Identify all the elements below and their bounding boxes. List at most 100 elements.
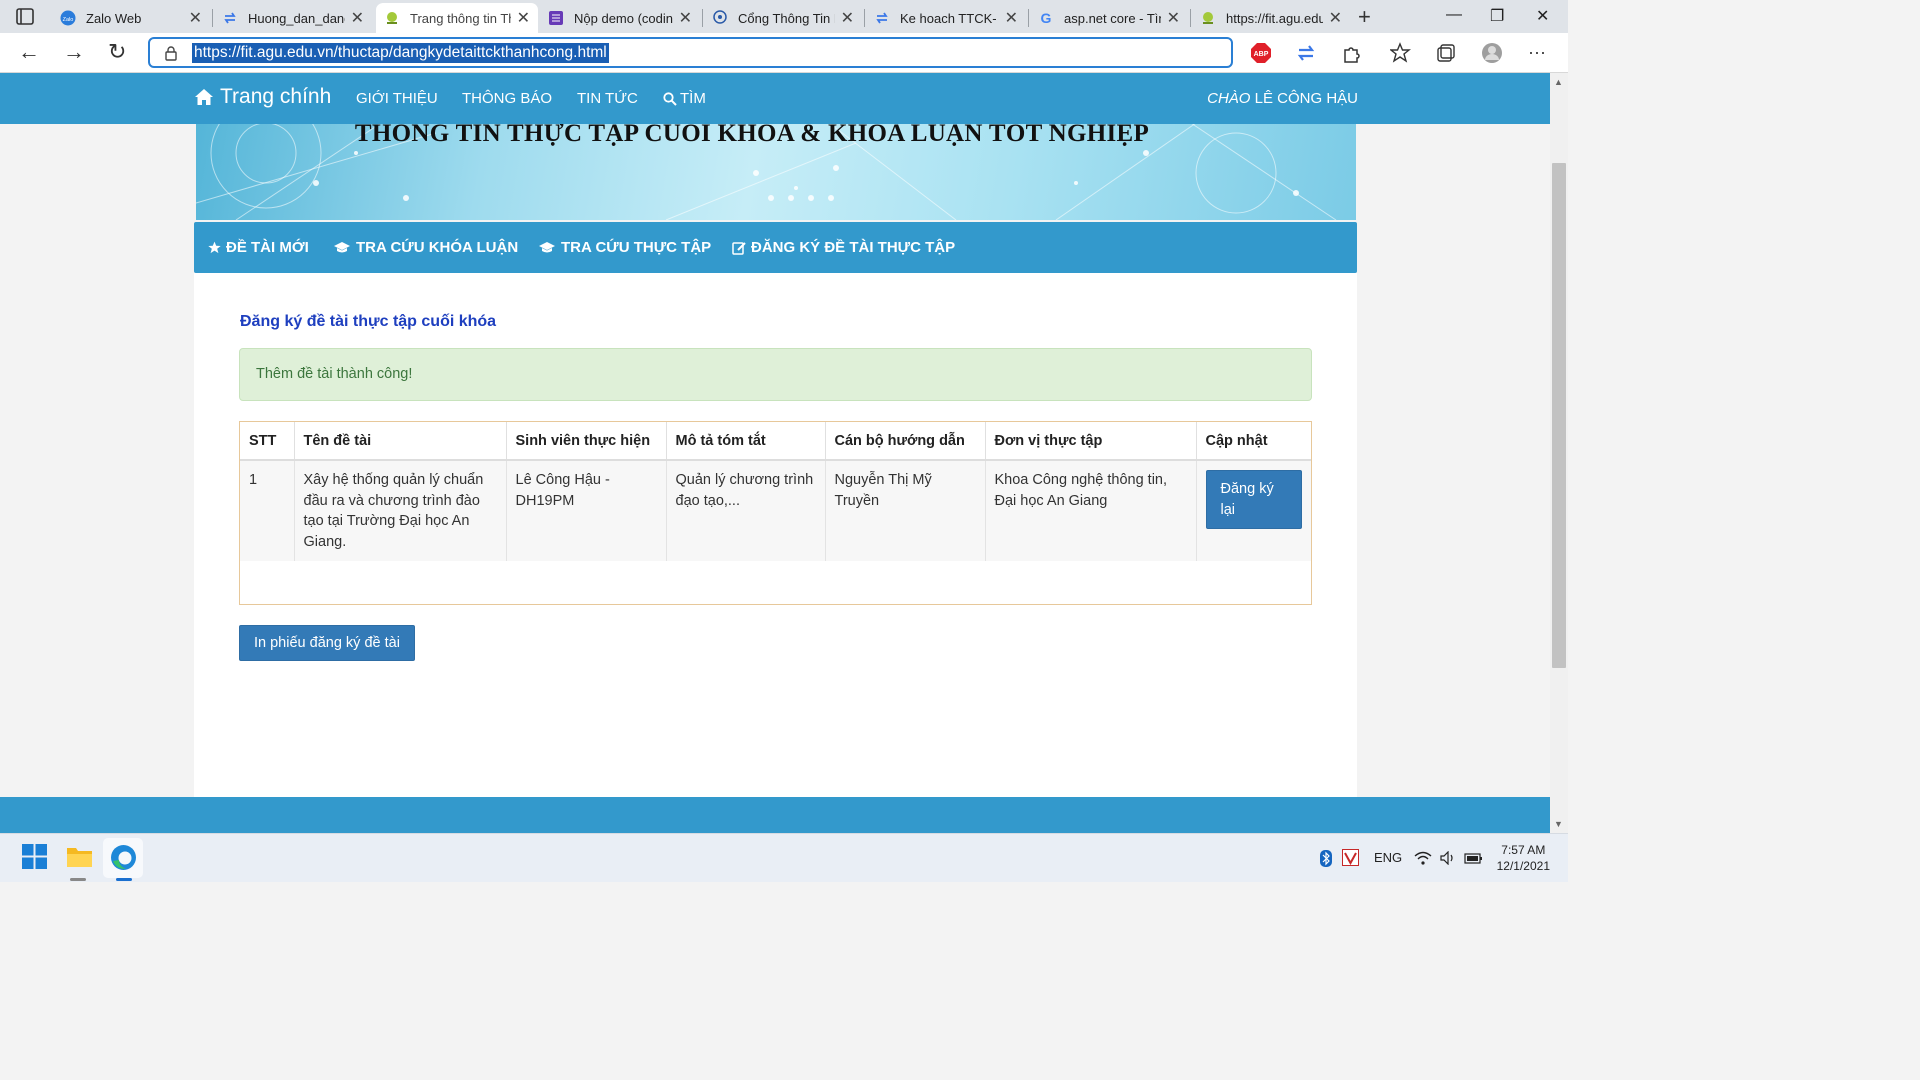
- graduation-cap-icon: [334, 242, 350, 253]
- search-icon: [663, 91, 677, 106]
- app-tray-icon[interactable]: [1342, 849, 1359, 866]
- browser-tab-ke-hoach[interactable]: Ke hoach TTCK- K ✕: [866, 3, 1026, 33]
- browser-tab-nop-demo[interactable]: Nộp demo (codin ✕: [540, 3, 700, 33]
- tab-title: https://fit.agu.edu: [1226, 10, 1323, 26]
- home-link[interactable]: Trang chính: [194, 85, 331, 109]
- table-header-row: STT Tên đề tài Sinh viên thực hiện Mô tả…: [240, 422, 1311, 461]
- lock-icon[interactable]: [164, 45, 178, 61]
- tab-title: Ke hoach TTCK- K: [900, 10, 999, 26]
- browser-tab-huong-dan[interactable]: Huong_dan_dang ✕: [214, 3, 372, 33]
- close-tab-icon[interactable]: ✕: [679, 8, 692, 28]
- print-form-button[interactable]: In phiếu đăng ký đề tài: [239, 625, 415, 661]
- nav-tin-tuc[interactable]: TIN TỨC: [577, 90, 638, 107]
- subnav-tra-cuu-khoa-luan[interactable]: TRA CỨU KHÓA LUẬN: [333, 239, 518, 256]
- minimize-icon[interactable]: —: [1446, 6, 1462, 24]
- more-menu-icon[interactable]: ···: [1528, 42, 1546, 63]
- close-tab-icon[interactable]: ✕: [351, 8, 364, 28]
- user-greeting[interactable]: CHÀO LÊ CÔNG HẬU: [1207, 90, 1358, 107]
- svg-text:Zalo: Zalo: [63, 17, 74, 23]
- brand-label: Trang chính: [220, 85, 332, 108]
- tab-title: Nộp demo (codin: [574, 10, 673, 26]
- close-window-icon[interactable]: ✕: [1536, 6, 1549, 26]
- subnav-tra-cuu-thuc-tap[interactable]: TRA CỨU THỰC TẬP: [538, 239, 711, 256]
- language-indicator[interactable]: ENG: [1374, 850, 1402, 865]
- zalo-icon: Zalo: [60, 10, 76, 26]
- scrollbar-thumb[interactable]: [1552, 163, 1566, 668]
- edge-browser-icon[interactable]: [110, 844, 137, 871]
- bluetooth-icon[interactable]: [1320, 850, 1332, 867]
- form-icon: [548, 10, 564, 26]
- taskbar: ENG 7:57 AM 12/1/2021: [0, 833, 1568, 882]
- col-header-ten-de-tai: Tên đề tài: [294, 422, 507, 461]
- browser-tab-aspnet[interactable]: G asp.net core - Tìn ✕: [1030, 3, 1188, 33]
- close-tab-icon[interactable]: ✕: [517, 8, 530, 28]
- cell-don-vi: Khoa Công nghệ thông tin, Đại học An Gia…: [985, 460, 1197, 561]
- collections-icon[interactable]: [1435, 42, 1457, 64]
- nav-thong-bao[interactable]: THÔNG BÁO: [462, 90, 552, 107]
- banner-title: THÔNG TIN THỰC TẬP CUỐI KHÓA & KHÓA LUẬN…: [354, 120, 1150, 147]
- cell-sinh-vien: Lê Công Hậu - DH19PM: [506, 460, 667, 561]
- file-explorer-icon[interactable]: [66, 844, 93, 869]
- browser-tab-zalo[interactable]: Zalo Zalo Web ✕: [52, 3, 210, 33]
- browser-tab-fit-agu[interactable]: https://fit.agu.edu ✕: [1192, 3, 1350, 33]
- page-scrollbar[interactable]: ▲ ▼: [1550, 73, 1568, 833]
- browser-tab-trang-thong-tin[interactable]: Trang thông tin Th ✕: [376, 3, 538, 33]
- tab-title: Huong_dan_dang: [248, 10, 345, 26]
- battery-icon[interactable]: [1464, 851, 1484, 865]
- star-icon: [208, 241, 221, 254]
- extensions-icon[interactable]: [1340, 42, 1362, 64]
- col-header-don-vi: Đơn vị thực tập: [985, 422, 1197, 461]
- refresh-icon[interactable]: ↻: [108, 39, 126, 65]
- page-title: Đăng ký đề tài thực tập cuối khóa: [240, 313, 497, 330]
- svg-text:ABP: ABP: [1254, 51, 1269, 58]
- re-register-button[interactable]: Đăng ký lại: [1205, 470, 1302, 529]
- scroll-up-icon[interactable]: ▲: [1554, 77, 1563, 87]
- sync-extension-icon[interactable]: [1295, 42, 1317, 64]
- close-tab-icon[interactable]: ✕: [1167, 8, 1180, 28]
- back-icon[interactable]: ←: [18, 39, 40, 65]
- adblock-icon[interactable]: ABP: [1250, 42, 1272, 64]
- cell-ten-de-tai: Xây hệ thống quản lý chuẩn đầu ra và chư…: [294, 460, 507, 561]
- scroll-down-icon[interactable]: ▼: [1554, 819, 1563, 829]
- address-bar[interactable]: https://fit.agu.edu.vn/thuctap/dangkydet…: [148, 37, 1233, 68]
- sync-icon: [222, 10, 238, 26]
- agu-icon: [1200, 10, 1216, 26]
- topic-table-container: STT Tên đề tài Sinh viên thực hiện Mô tả…: [239, 421, 1312, 605]
- site-top-nav: Trang chính GIỚI THIỆU THÔNG BÁO TIN TỨC…: [0, 73, 1550, 124]
- close-tab-icon[interactable]: ✕: [841, 8, 854, 28]
- cell-cap-nhat: Đăng ký lại: [1196, 460, 1311, 561]
- url-text[interactable]: https://fit.agu.edu.vn/thuctap/dangkydet…: [192, 43, 609, 63]
- cell-can-bo: Nguyễn Thị Mỹ Truyền: [825, 460, 986, 561]
- col-header-stt: STT: [240, 422, 295, 461]
- tab-title: asp.net core - Tìn: [1064, 10, 1161, 26]
- close-tab-icon[interactable]: ✕: [1329, 8, 1342, 28]
- subnav-dang-ky-de-tai[interactable]: ĐĂNG KÝ ĐỀ TÀI THỰC TẬP: [732, 239, 955, 256]
- col-header-cap-nhat: Cập nhật: [1196, 422, 1311, 461]
- cell-mo-ta: Quản lý chương trình đạo tạo,...: [666, 460, 826, 561]
- nav-gioi-thieu[interactable]: GIỚI THIỆU: [356, 90, 438, 107]
- tab-actions-icon[interactable]: [12, 7, 38, 27]
- close-tab-icon[interactable]: ✕: [1005, 8, 1018, 28]
- profile-avatar-icon[interactable]: [1481, 42, 1503, 64]
- svg-text:G: G: [1041, 10, 1052, 26]
- favorites-icon[interactable]: [1390, 42, 1412, 64]
- system-clock[interactable]: 7:57 AM 12/1/2021: [1497, 842, 1550, 874]
- forward-icon[interactable]: →: [63, 39, 85, 65]
- restore-icon[interactable]: ❐: [1490, 6, 1504, 26]
- subnav-de-tai-moi[interactable]: ĐỀ TÀI MỚI: [208, 239, 309, 256]
- tab-strip: Zalo Zalo Web ✕ Huong_dan_dang ✕ Trang t…: [0, 0, 1568, 33]
- google-icon: G: [1038, 10, 1054, 26]
- address-bar-row: ← → ↻ https://fit.agu.edu.vn/thuctap/dan…: [0, 33, 1568, 73]
- close-tab-icon[interactable]: ✕: [189, 8, 202, 28]
- nav-search[interactable]: TÌM: [663, 90, 706, 107]
- volume-icon[interactable]: [1440, 851, 1456, 865]
- wifi-icon[interactable]: [1414, 851, 1432, 865]
- sub-nav: ĐỀ TÀI MỚI TRA CỨU KHÓA LUẬN TRA CỨU THỰ…: [194, 222, 1357, 273]
- windows-start-icon[interactable]: [22, 844, 47, 869]
- clock-date: 12/1/2021: [1496, 859, 1550, 873]
- browser-tab-cong-thong-tin[interactable]: Cổng Thông Tin E ✕: [704, 3, 862, 33]
- alert-message: Thêm đề tài thành công!: [256, 366, 413, 382]
- table-row: 1 Xây hệ thống quản lý chuẩn đầu ra và c…: [240, 460, 1311, 561]
- edit-icon: [732, 241, 746, 255]
- new-tab-icon[interactable]: +: [1358, 4, 1371, 30]
